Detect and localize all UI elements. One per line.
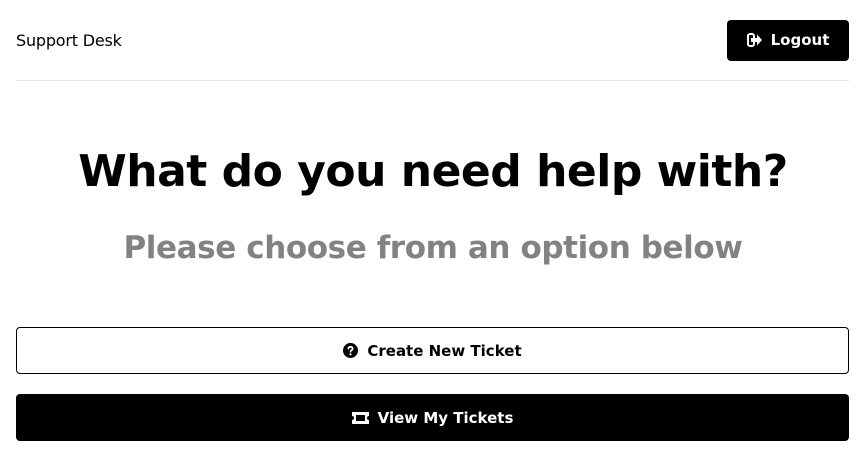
view-tickets-label: View My Tickets <box>377 408 514 427</box>
ticket-icon <box>351 411 369 424</box>
create-ticket-button[interactable]: Create New Ticket <box>16 327 849 374</box>
page-subtitle: Please choose from an option below <box>123 230 743 266</box>
page-title: What do you need help with? <box>78 146 788 197</box>
brand-link[interactable]: Support Desk <box>16 31 122 50</box>
view-tickets-button[interactable]: View My Tickets <box>16 394 849 441</box>
sign-out-icon <box>746 33 763 47</box>
logout-label: Logout <box>770 31 830 49</box>
create-ticket-label: Create New Ticket <box>367 341 522 360</box>
question-circle-icon <box>343 343 359 358</box>
logout-button[interactable]: Logout <box>727 19 849 61</box>
header: Support Desk Logout <box>16 0 849 81</box>
